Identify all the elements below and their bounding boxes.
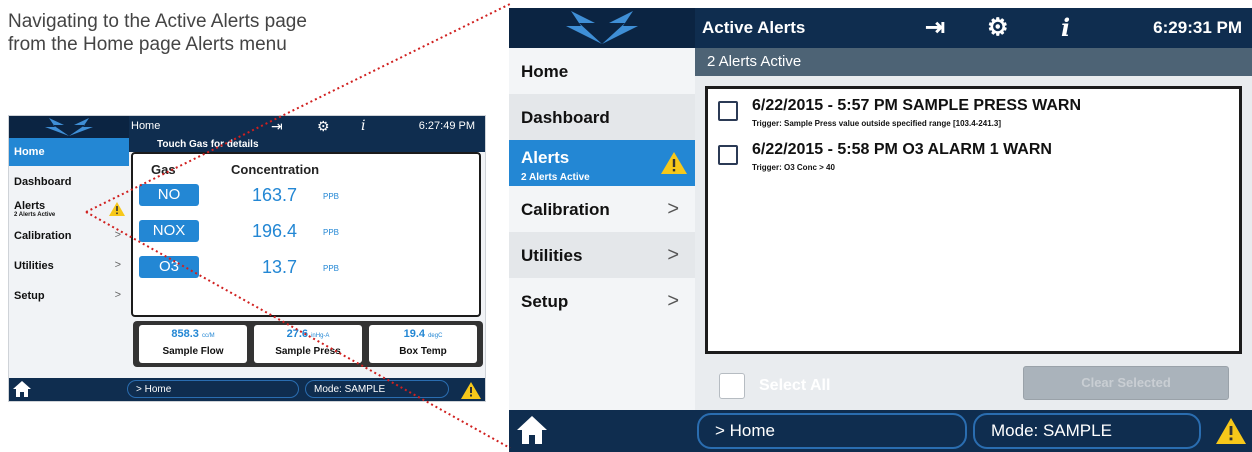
leader-line-bottom (85, 211, 511, 449)
callout-leader-lines (85, 3, 511, 449)
leader-line-top (85, 3, 511, 213)
